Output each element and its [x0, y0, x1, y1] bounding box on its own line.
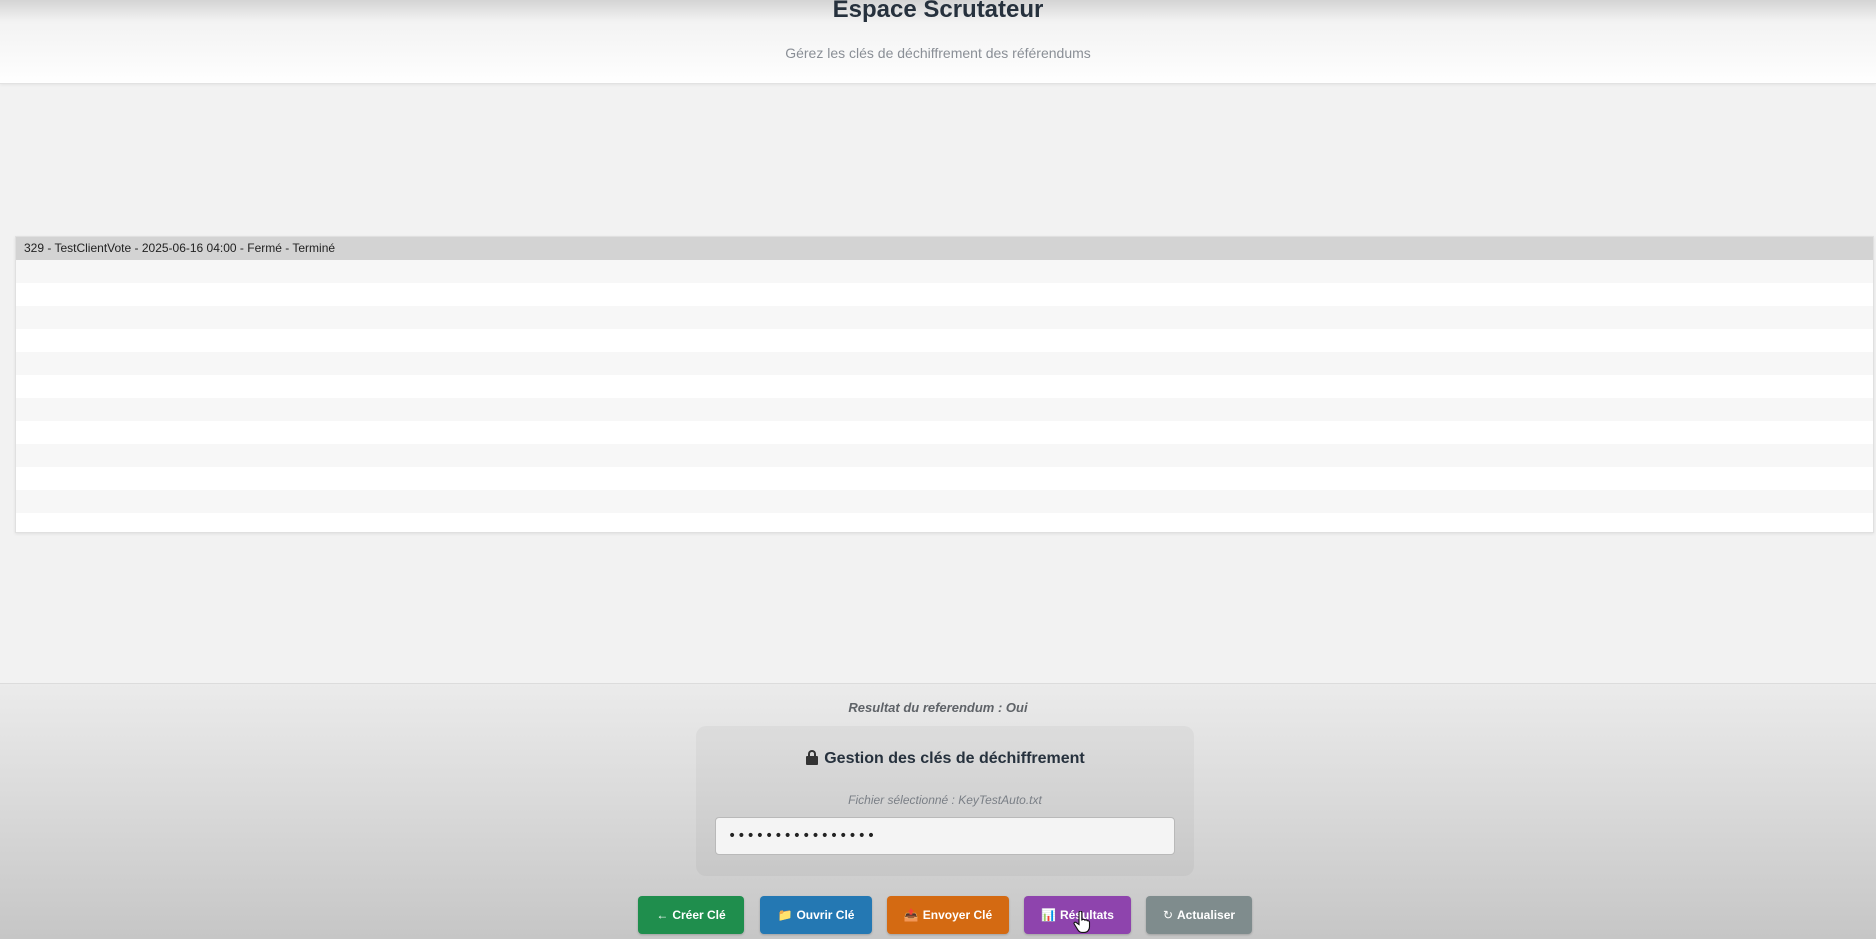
- page-title: Espace Scrutateur: [832, 0, 1044, 23]
- create-key-label: Créer Clé: [672, 908, 726, 922]
- list-item-empty: [16, 467, 1873, 490]
- lock-key-icon: [805, 750, 821, 765]
- page-subtitle: Gérez les clés de déchiffrement des réfé…: [785, 45, 1091, 61]
- referendum-list[interactable]: 329 - TestClientVote - 2025-06-16 04:00 …: [15, 236, 1874, 533]
- page-header: Espace Scrutateur Gérez les clés de déch…: [0, 0, 1876, 84]
- list-item-empty: [16, 283, 1873, 306]
- key-password-input[interactable]: [715, 817, 1175, 855]
- key-panel-title-text: Gestion des clés de déchiffrement: [824, 750, 1085, 767]
- selected-file-info: Fichier sélectionné : KeyTestAuto.txt: [848, 793, 1042, 807]
- list-item-empty: [16, 375, 1873, 398]
- list-item-empty: [16, 444, 1873, 467]
- list-item-empty: [16, 306, 1873, 329]
- upload-icon: 📤: [903, 908, 919, 922]
- list-item[interactable]: 329 - TestClientVote - 2025-06-16 04:00 …: [16, 237, 1873, 260]
- open-key-label: Ouvrir Clé: [796, 908, 855, 922]
- arrow-left-icon: ←: [656, 908, 669, 922]
- folder-icon: 📁: [777, 908, 793, 922]
- refresh-icon: ↻: [1162, 908, 1174, 922]
- list-item-empty: [16, 490, 1873, 513]
- refresh-label: Actualiser: [1177, 908, 1236, 922]
- list-item-empty: [16, 352, 1873, 375]
- bar-chart-icon: 📊: [1041, 908, 1056, 922]
- refresh-button[interactable]: ↻ Actualiser: [1146, 896, 1252, 934]
- bottom-panel: Resultat du referendum : Oui Gestion des…: [0, 683, 1876, 939]
- referendum-result: Resultat du referendum : Oui: [848, 700, 1028, 715]
- list-item-empty: [16, 329, 1873, 352]
- list-item-empty: [16, 513, 1873, 532]
- key-management-panel: Gestion des clés de déchiffrement Fichie…: [696, 726, 1194, 876]
- list-item-empty: [16, 260, 1873, 283]
- send-key-button[interactable]: 📤 Envoyer Clé: [887, 896, 1009, 934]
- create-key-button[interactable]: ← Créer Clé: [638, 896, 744, 934]
- list-item-empty: [16, 421, 1873, 444]
- open-key-button[interactable]: 📁 Ouvrir Clé: [760, 896, 872, 934]
- list-item-empty: [16, 398, 1873, 421]
- hand-cursor-icon: [1073, 911, 1091, 933]
- send-key-label: Envoyer Clé: [922, 908, 993, 922]
- key-panel-title: Gestion des clés de déchiffrement: [696, 750, 1194, 768]
